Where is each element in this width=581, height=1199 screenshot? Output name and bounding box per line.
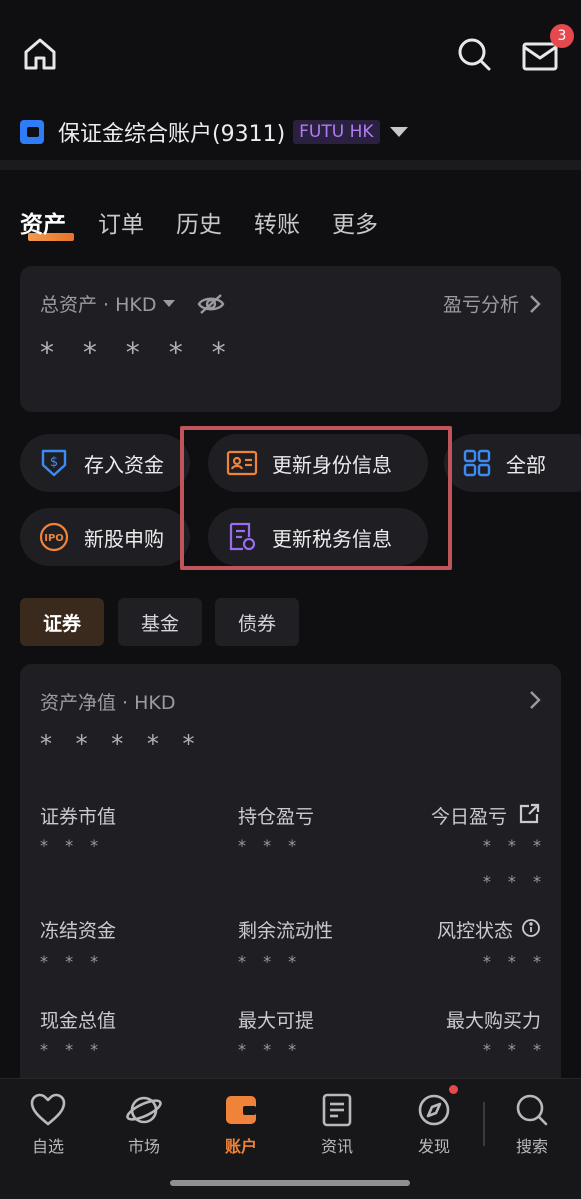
compass-icon [418, 1094, 450, 1126]
max-buying-power-label: 最大购买力 [445, 1010, 541, 1032]
account-logo-icon [20, 120, 44, 144]
deposit-shield-icon: $ [41, 449, 67, 477]
chevron-down-icon [389, 127, 408, 137]
nav-discover-label: 发现 [417, 1137, 450, 1156]
pl-analysis-label: 盈亏分析 [442, 294, 519, 316]
wallet-icon [226, 1096, 256, 1124]
max-withdraw-label: 最大可提 [238, 1010, 315, 1032]
deposit-label: 存入资金 [84, 452, 164, 477]
remaining-liquidity-value: * * * [238, 952, 303, 971]
deposit-button[interactable]: $ 存入资金 [20, 434, 190, 492]
ipo-icon-text: IPO [44, 533, 64, 544]
today-pl-value: * * * [482, 836, 547, 855]
securities-value-label: 证券市值 [40, 806, 117, 828]
total-assets-label: 总资产 · HKD [40, 294, 157, 316]
chevron-down-icon [162, 300, 175, 307]
chevron-right-icon [530, 294, 541, 313]
total-assets-card: 总资产 · HKD 盈亏分析 * * * * * [20, 266, 561, 412]
net-assets-card[interactable]: 资产净值 · HKD * * * * * 证券市值 * * * 持仓盈亏 * *… [20, 664, 561, 1094]
max-withdraw-value: * * * [238, 1040, 303, 1059]
news-icon [322, 1093, 352, 1127]
all-features-button[interactable]: 全部 [444, 434, 581, 492]
nav-news[interactable]: 资讯 [297, 1093, 377, 1157]
section-divider [0, 160, 581, 170]
nav-news-label: 资讯 [320, 1137, 353, 1156]
tab-orders[interactable]: 订单 [98, 205, 144, 239]
home-indicator [170, 1180, 410, 1186]
highlight-annotation-box [180, 426, 452, 570]
account-selector[interactable]: 保证金综合账户(9311) FUTU HK [20, 112, 408, 152]
today-pl-label: 今日盈亏 [430, 806, 507, 828]
remaining-liquidity-label: 剩余流动性 [238, 920, 334, 942]
eye-hidden-icon[interactable] [197, 293, 225, 315]
today-pl-value-secondary: * * * [482, 872, 547, 891]
ipo-subscribe-label: 新股申购 [84, 526, 164, 551]
position-pl-value: * * * [238, 836, 303, 855]
search-button[interactable] [452, 32, 496, 76]
account-tabs: 资产 订单 历史 转账 更多 [20, 205, 378, 241]
tab-transfer[interactable]: 转账 [254, 205, 300, 239]
risk-status-value: * * * [482, 952, 547, 971]
planet-icon [126, 1096, 162, 1124]
pl-analysis-link[interactable]: 盈亏分析 [443, 290, 541, 317]
total-assets-currency-selector[interactable]: 总资产 · HKD [40, 290, 225, 317]
nav-watchlist-label: 自选 [31, 1137, 64, 1156]
nav-account-label: 账户 [224, 1137, 257, 1156]
account-broker-tag: FUTU HK [293, 120, 380, 144]
all-features-label: 全部 [506, 452, 546, 477]
frozen-funds-label: 冻结资金 [40, 920, 117, 942]
chevron-right-icon [530, 691, 541, 709]
heart-icon [30, 1093, 66, 1126]
search-icon [458, 38, 491, 71]
tab-assets[interactable]: 资产 [20, 205, 74, 241]
search-icon [516, 1094, 548, 1126]
segment-funds[interactable]: 基金 [118, 598, 202, 646]
tab-more[interactable]: 更多 [332, 205, 378, 239]
net-assets-label: 资产净值 · HKD [40, 692, 176, 714]
total-cash-label: 现金总值 [40, 1010, 117, 1032]
nav-market-label: 市场 [127, 1137, 160, 1156]
max-buying-power-value: * * * [482, 1040, 547, 1059]
top-bar: 3 [0, 0, 581, 110]
account-name: 保证金综合账户(9311) [58, 122, 286, 147]
ipo-subscribe-button[interactable]: IPO 新股申购 [20, 508, 190, 566]
grid-icon [463, 449, 491, 477]
nav-market[interactable]: 市场 [104, 1093, 184, 1157]
discover-notification-dot [449, 1085, 458, 1094]
frozen-funds-value: * * * [40, 952, 105, 971]
segment-bonds[interactable]: 债券 [215, 598, 299, 646]
share-icon[interactable] [517, 802, 541, 826]
net-assets-value: * * * * * [40, 730, 203, 758]
nav-separator [483, 1102, 485, 1146]
svg-text:$: $ [50, 455, 58, 470]
home-icon [24, 38, 56, 70]
securities-value: * * * [40, 836, 105, 855]
total-assets-value: * * * * * [40, 336, 236, 369]
nav-search[interactable]: 搜索 [492, 1093, 572, 1157]
nav-watchlist[interactable]: 自选 [8, 1093, 88, 1157]
messages-button[interactable]: 3 [518, 24, 574, 78]
unread-badge: 3 [550, 24, 574, 48]
info-icon[interactable] [521, 918, 541, 938]
position-pl-label: 持仓盈亏 [238, 806, 315, 828]
risk-status-label: 风控状态 [436, 920, 513, 942]
tab-history[interactable]: 历史 [176, 205, 222, 239]
ipo-icon: IPO [39, 522, 69, 552]
nav-discover[interactable]: 发现 [394, 1093, 474, 1157]
segment-securities[interactable]: 证券 [20, 598, 104, 646]
home-button[interactable] [18, 32, 62, 76]
nav-account[interactable]: 账户 [201, 1093, 281, 1157]
total-cash-value: * * * [40, 1040, 105, 1059]
nav-search-label: 搜索 [515, 1137, 548, 1156]
